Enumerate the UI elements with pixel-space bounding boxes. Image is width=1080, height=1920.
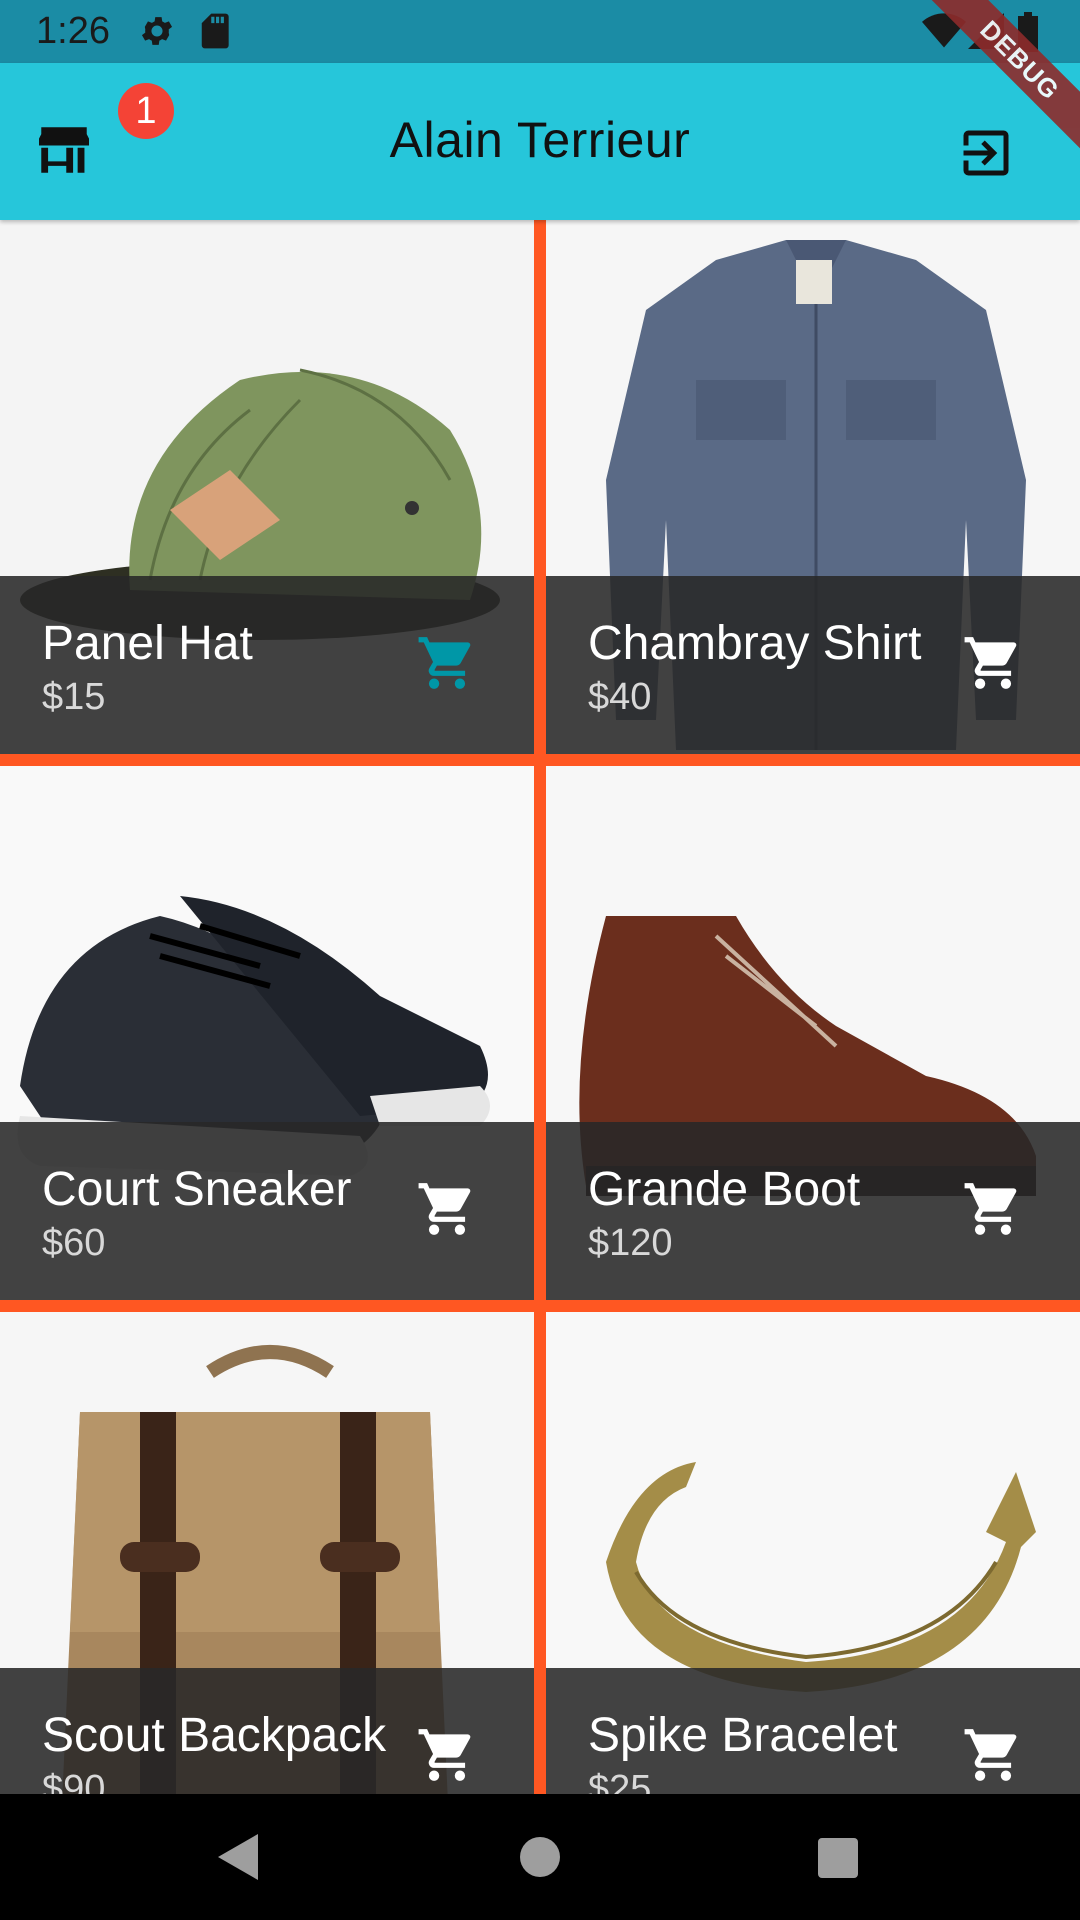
product-name: Court Sneaker <box>42 1163 352 1216</box>
cart-icon[interactable] <box>962 1178 1024 1240</box>
back-icon[interactable] <box>218 1834 258 1880</box>
product-name: Spike Bracelet <box>588 1709 898 1762</box>
product-caption: Chambray Shirt $40 <box>546 576 1080 754</box>
sd-card-icon <box>201 13 229 49</box>
cart-icon[interactable] <box>962 1724 1024 1786</box>
product-caption: Spike Bracelet $25 <box>546 1668 1080 1794</box>
product-caption: Grande Boot $120 <box>546 1122 1080 1300</box>
product-price: $60 <box>42 1222 106 1264</box>
cart-icon[interactable] <box>416 632 478 694</box>
product-tile-spike-bracelet[interactable]: Spike Bracelet $25 <box>546 1312 1080 1794</box>
product-tile-scout-backpack[interactable]: Scout Backpack $90 <box>0 1312 534 1794</box>
exit-icon[interactable] <box>956 123 1016 183</box>
gear-icon <box>141 17 173 45</box>
product-tile-chambray-shirt[interactable]: Chambray Shirt $40 <box>546 220 1080 754</box>
product-name: Scout Backpack <box>42 1709 387 1762</box>
recents-icon[interactable] <box>818 1838 858 1878</box>
product-caption: Scout Backpack $90 <box>0 1668 534 1794</box>
cart-icon[interactable] <box>962 632 1024 694</box>
product-price: $40 <box>588 676 652 718</box>
product-tile-court-sneaker[interactable]: Court Sneaker $60 <box>0 766 534 1300</box>
cart-icon[interactable] <box>416 1178 478 1240</box>
product-price: $25 <box>588 1768 652 1794</box>
product-name: Panel Hat <box>42 617 253 670</box>
app-bar: 1 Alain Terrieur <box>0 63 1080 220</box>
product-caption: Court Sneaker $60 <box>0 1122 534 1300</box>
product-tile-grande-boot[interactable]: Grande Boot $120 <box>546 766 1080 1300</box>
product-caption: Panel Hat $15 <box>0 576 534 754</box>
home-icon[interactable] <box>520 1837 560 1877</box>
status-bar: 1:26 <box>0 0 1080 63</box>
cart-icon[interactable] <box>416 1724 478 1786</box>
product-price: $90 <box>42 1768 106 1794</box>
product-price: $120 <box>588 1222 673 1264</box>
system-nav-bar <box>0 1794 1080 1920</box>
product-tile-panel-hat[interactable]: Panel Hat $15 <box>0 220 534 754</box>
product-price: $15 <box>42 676 106 718</box>
status-time: 1:26 <box>36 10 110 52</box>
product-name: Grande Boot <box>588 1163 861 1216</box>
product-grid: Panel Hat $15 Chambray Shirt $40 Court S… <box>0 220 1080 1794</box>
product-name: Chambray Shirt <box>588 617 922 670</box>
page-title: Alain Terrieur <box>389 112 691 168</box>
